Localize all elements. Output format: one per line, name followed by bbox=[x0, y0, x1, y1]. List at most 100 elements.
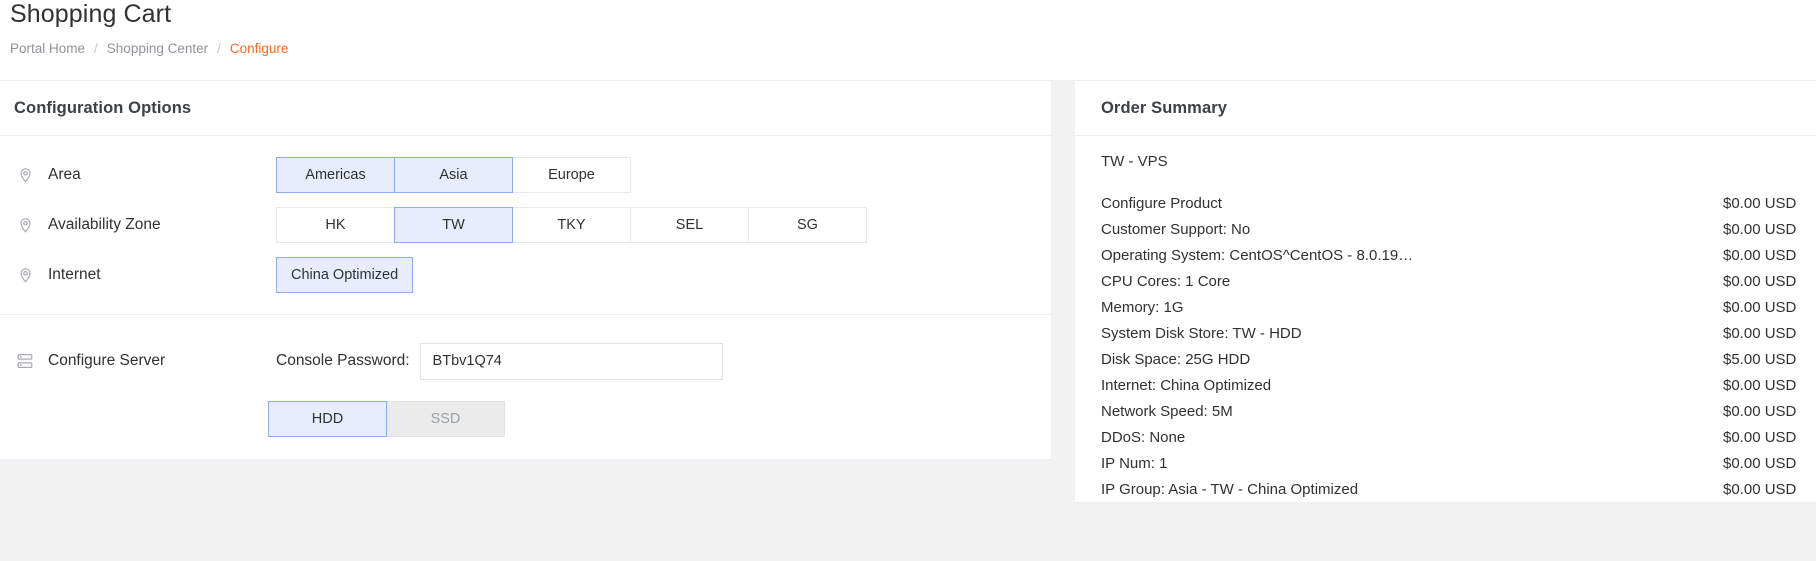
breadcrumb-separator: / bbox=[94, 41, 98, 56]
server-icon bbox=[16, 352, 34, 370]
line-description: System Disk Store: TW - HDD bbox=[1101, 324, 1302, 342]
order-summary-product: TW - VPS bbox=[1101, 153, 1168, 170]
line-description: CPU Cores: 1 Core bbox=[1101, 272, 1231, 290]
line-description: Memory: 1G bbox=[1101, 298, 1184, 316]
order-summary-header: Order Summary bbox=[1075, 81, 1816, 136]
configuration-options-header: Configuration Options bbox=[0, 81, 1051, 136]
zone-option-hk[interactable]: HK bbox=[276, 207, 395, 243]
location-pin-icon bbox=[16, 266, 34, 284]
storage-option-label: HDD bbox=[311, 411, 344, 427]
line-price: $0.00 USD bbox=[1723, 194, 1797, 212]
console-password-label: Console Password: bbox=[276, 352, 410, 369]
line-description: Disk Space: 25G HDD bbox=[1101, 350, 1251, 368]
location-pin-icon bbox=[16, 216, 34, 234]
line-description: IP Num: 1 bbox=[1101, 454, 1168, 472]
order-summary-line: Disk Space: 25G HDD $5.00 USD bbox=[1101, 346, 1816, 372]
line-price: $0.00 USD bbox=[1723, 220, 1797, 238]
option-label-text: Area bbox=[48, 166, 81, 183]
configuration-options-panel: Configuration Options Area Americas Asia… bbox=[0, 80, 1052, 461]
option-label-area: Area bbox=[16, 166, 276, 184]
breadcrumb-item-shopping-center[interactable]: Shopping Center bbox=[107, 41, 208, 57]
configure-server-group: Configure Server Console Password: HDD S… bbox=[0, 315, 1051, 460]
console-password-input[interactable] bbox=[419, 342, 723, 380]
area-button-group: Americas Asia Europe bbox=[276, 157, 631, 193]
option-row-internet: Internet China Optimized bbox=[0, 250, 1051, 300]
order-summary-line: Customer Support: No $0.00 USD bbox=[1101, 216, 1816, 242]
internet-button-group: China Optimized bbox=[276, 257, 414, 293]
breadcrumb-separator: / bbox=[217, 41, 221, 56]
option-row-area: Area Americas Asia Europe bbox=[0, 150, 1051, 200]
order-summary-line: DDoS: None $0.00 USD bbox=[1101, 424, 1816, 450]
option-row-availability-zone: Availability Zone HK TW TKY SEL SG bbox=[0, 200, 1051, 250]
storage-option-ssd: SSD bbox=[386, 401, 505, 437]
line-description: Internet: China Optimized bbox=[1101, 376, 1272, 394]
page-title: Shopping Cart bbox=[10, 0, 172, 28]
breadcrumb: Portal Home / Shopping Center / Configur… bbox=[10, 41, 1816, 57]
order-summary-line: IP Num: 1 $0.00 USD bbox=[1101, 450, 1816, 476]
option-label-text: Availability Zone bbox=[48, 216, 161, 233]
zone-option-label: HK bbox=[325, 217, 346, 233]
line-description: Network Speed: 5M bbox=[1101, 402, 1233, 420]
order-summary-line: Operating System: CentOS^CentOS - 8.0.19… bbox=[1101, 242, 1816, 268]
storage-option-label: SSD bbox=[430, 411, 461, 427]
option-row-configure-server: Configure Server Console Password: bbox=[0, 329, 1051, 393]
line-price: $0.00 USD bbox=[1723, 298, 1797, 316]
line-description: IP Group: Asia - TW - China Optimized bbox=[1101, 480, 1359, 498]
area-option-asia[interactable]: Asia bbox=[394, 157, 513, 193]
internet-option-label: China Optimized bbox=[291, 267, 399, 283]
order-summary-body: TW - VPS Configure Product $0.00 USD Cus… bbox=[1075, 136, 1816, 502]
line-price: $0.00 USD bbox=[1723, 454, 1797, 472]
system-disk-store-row: HDD SSD bbox=[0, 393, 1051, 445]
order-summary-line: CPU Cores: 1 Core $0.00 USD bbox=[1101, 268, 1816, 294]
option-label-availability-zone: Availability Zone bbox=[16, 216, 276, 234]
order-summary-line: Network Speed: 5M $0.00 USD bbox=[1101, 398, 1816, 424]
line-price: $0.00 USD bbox=[1723, 376, 1797, 394]
option-label-configure-server: Configure Server bbox=[16, 352, 276, 370]
option-label-text: Internet bbox=[48, 266, 101, 283]
main-layout: Configuration Options Area Americas Asia… bbox=[0, 80, 1816, 561]
zone-option-tky[interactable]: TKY bbox=[512, 207, 631, 243]
zone-option-label: SG bbox=[797, 217, 818, 233]
zone-option-label: TKY bbox=[557, 217, 586, 233]
line-price: $0.00 USD bbox=[1723, 402, 1797, 420]
zone-option-sg[interactable]: SG bbox=[748, 207, 867, 243]
option-label-internet: Internet bbox=[16, 266, 276, 284]
line-description: Customer Support: No bbox=[1101, 220, 1251, 238]
order-summary-title: Order Summary bbox=[1101, 98, 1228, 117]
area-option-americas[interactable]: Americas bbox=[276, 157, 395, 193]
area-option-label: Asia bbox=[439, 167, 468, 183]
page-header: Shopping Cart Portal Home / Shopping Cen… bbox=[0, 0, 1816, 57]
location-pin-icon bbox=[16, 166, 34, 184]
configuration-options-title: Configuration Options bbox=[14, 98, 192, 117]
order-summary-panel: Order Summary TW - VPS Configure Product… bbox=[1075, 80, 1816, 503]
line-description: Configure Product bbox=[1101, 194, 1222, 212]
line-price: $0.00 USD bbox=[1723, 246, 1797, 264]
location-options-group: Area Americas Asia Europe Availability Z… bbox=[0, 136, 1051, 315]
storage-type-button-group: HDD SSD bbox=[268, 401, 505, 437]
line-price: $5.00 USD bbox=[1723, 350, 1797, 368]
area-option-europe[interactable]: Europe bbox=[512, 157, 631, 193]
line-price: $0.00 USD bbox=[1723, 324, 1797, 342]
line-price: $0.00 USD bbox=[1723, 428, 1797, 446]
storage-option-hdd[interactable]: HDD bbox=[268, 401, 387, 437]
order-summary-line: Memory: 1G $0.00 USD bbox=[1101, 294, 1816, 320]
zone-option-label: SEL bbox=[675, 217, 704, 233]
breadcrumb-item-portal-home[interactable]: Portal Home bbox=[10, 41, 85, 57]
option-label-text: Configure Server bbox=[48, 352, 166, 369]
line-description: Operating System: CentOS^CentOS - 8.0.19… bbox=[1101, 246, 1414, 264]
internet-option-china-optimized[interactable]: China Optimized bbox=[276, 257, 414, 293]
zone-option-label: TW bbox=[442, 217, 465, 233]
order-summary-line: Internet: China Optimized $0.00 USD bbox=[1101, 372, 1816, 398]
order-summary-line: IP Group: Asia - TW - China Optimized $0… bbox=[1101, 476, 1816, 502]
line-price: $0.00 USD bbox=[1723, 480, 1797, 498]
line-price: $0.00 USD bbox=[1723, 272, 1797, 290]
zone-option-tw[interactable]: TW bbox=[394, 207, 513, 243]
line-description: DDoS: None bbox=[1101, 428, 1186, 446]
availability-zone-button-group: HK TW TKY SEL SG bbox=[276, 207, 867, 243]
area-option-label: Americas bbox=[305, 167, 366, 183]
order-summary-line: Configure Product $0.00 USD bbox=[1101, 190, 1816, 216]
zone-option-sel[interactable]: SEL bbox=[630, 207, 749, 243]
area-option-label: Europe bbox=[548, 167, 595, 183]
order-summary-line: System Disk Store: TW - HDD $0.00 USD bbox=[1101, 320, 1816, 346]
breadcrumb-item-configure: Configure bbox=[229, 41, 289, 56]
